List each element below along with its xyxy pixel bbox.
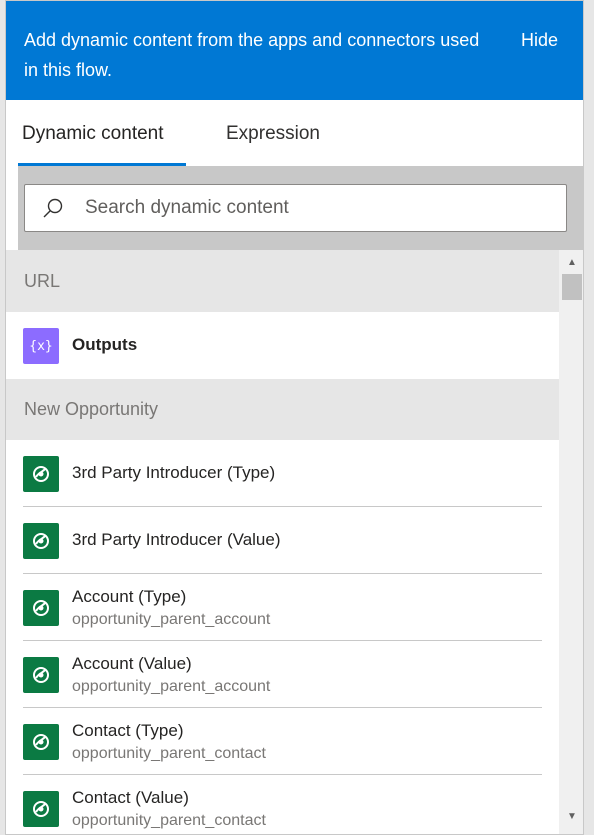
dataverse-icon	[23, 590, 59, 626]
search-area	[18, 166, 583, 250]
dynamic-content-panel: Add dynamic content from the apps and co…	[5, 0, 584, 835]
search-box[interactable]	[24, 184, 567, 232]
list-item-title: Account (Type)	[72, 587, 187, 606]
scroll-up-arrow-icon[interactable]: ▲	[567, 258, 577, 268]
dynamic-content-list: URL {x} Outputs New Opportunity 3rd Part…	[6, 250, 559, 834]
list-item-title: Contact (Value)	[72, 788, 189, 807]
search-icon	[43, 198, 63, 218]
list-item-title: Contact (Type)	[72, 721, 184, 740]
scrollbar[interactable]: ▲ ▼	[559, 250, 583, 834]
tab-expression[interactable]: Expression	[226, 120, 320, 148]
tab-bar: Dynamic content Expression	[6, 100, 583, 166]
dataverse-icon	[23, 523, 59, 559]
list-item[interactable]: 3rd Party Introducer (Value)	[6, 507, 559, 574]
list-item[interactable]: Account (Type) opportunity_parent_accoun…	[6, 574, 559, 641]
tab-dynamic-content[interactable]: Dynamic content	[22, 120, 164, 148]
search-input[interactable]	[85, 185, 555, 231]
dataverse-icon	[23, 724, 59, 760]
scroll-down-arrow-icon[interactable]: ▼	[567, 812, 577, 822]
list-item[interactable]: Contact (Type) opportunity_parent_contac…	[6, 708, 559, 775]
list-item-outputs[interactable]: {x} Outputs	[6, 312, 559, 379]
list-item-title: Account (Value)	[72, 654, 192, 673]
list-item[interactable]: Account (Value) opportunity_parent_accou…	[6, 641, 559, 708]
header-text: Add dynamic content from the apps and co…	[24, 30, 480, 80]
list-item[interactable]: Contact (Value) opportunity_parent_conta…	[6, 775, 559, 834]
list-item-subtitle: opportunity_parent_account	[72, 611, 271, 628]
dataverse-icon	[23, 791, 59, 827]
dataverse-icon	[23, 657, 59, 693]
list-item-title: 3rd Party Introducer (Value)	[72, 530, 281, 549]
scroll-thumb[interactable]	[562, 274, 582, 300]
list-item-subtitle: opportunity_parent_contact	[72, 812, 266, 829]
list-item[interactable]: 3rd Party Introducer (Type)	[6, 440, 559, 507]
variable-icon: {x}	[23, 328, 59, 364]
list-item-subtitle: opportunity_parent_account	[72, 678, 271, 695]
section-header-url: URL	[6, 250, 559, 312]
list-item-title: Outputs	[72, 335, 138, 354]
list-item-subtitle: opportunity_parent_contact	[72, 745, 266, 762]
hide-button[interactable]: Hide	[521, 25, 558, 55]
section-header-new-opportunity: New Opportunity	[6, 379, 559, 440]
dataverse-icon	[23, 456, 59, 492]
panel-header: Add dynamic content from the apps and co…	[6, 1, 583, 100]
list-item-title: 3rd Party Introducer (Type)	[72, 463, 276, 482]
